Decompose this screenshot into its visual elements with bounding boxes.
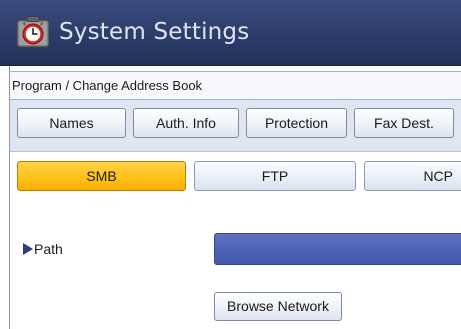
- address-book-page: Program / Change Address Book Names Auth…: [9, 66, 461, 329]
- title-bar: System Settings: [0, 0, 461, 66]
- tab-strip: Names Auth. Info Protection Fax Dest.: [10, 100, 461, 152]
- path-label-text: Path: [34, 241, 63, 257]
- smb-button[interactable]: SMB: [17, 161, 186, 191]
- path-label: Path: [23, 239, 63, 259]
- breadcrumb: Program / Change Address Book: [12, 78, 203, 93]
- path-arrow-icon: [23, 243, 33, 255]
- tab-auth-info[interactable]: Auth. Info: [133, 108, 239, 138]
- ncp-button[interactable]: NCP: [364, 161, 461, 191]
- tab-names[interactable]: Names: [17, 108, 126, 138]
- browse-network-button[interactable]: Browse Network: [214, 292, 342, 321]
- path-input[interactable]: [214, 233, 461, 265]
- destination-type-row: SMB FTP NCP: [10, 152, 461, 198]
- ftp-button[interactable]: FTP: [194, 161, 356, 191]
- tab-fax-dest[interactable]: Fax Dest.: [354, 108, 454, 138]
- breadcrumb-bar: Program / Change Address Book: [10, 71, 461, 100]
- window-title: System Settings: [59, 19, 250, 45]
- settings-clock-icon: [16, 16, 50, 48]
- tab-protection[interactable]: Protection: [246, 108, 347, 138]
